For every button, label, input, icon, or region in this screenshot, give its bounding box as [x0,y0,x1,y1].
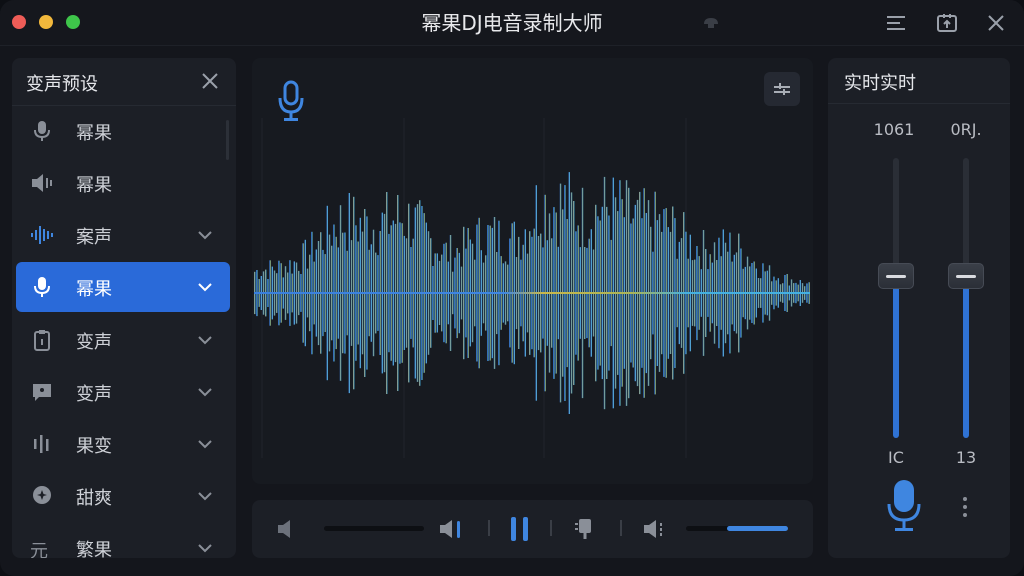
badge-icon [33,486,51,504]
chevron-down-icon[interactable] [196,331,214,349]
fader-fill [893,276,899,438]
chevron-down-icon[interactable] [196,278,214,296]
preset-item[interactable]: 甜爽 [16,471,230,521]
preset-item[interactable]: 元 繁果 [16,523,230,558]
gain-slider[interactable] [686,526,788,531]
adjust-icon [774,83,790,95]
menu-icon[interactable] [885,12,907,34]
volume-icon[interactable] [438,517,464,541]
preset-label: 果变 [76,436,112,457]
chevron-down-icon[interactable] [196,383,214,401]
realtime-panel: 实时实时 1061 0RJ. IC 13 [828,58,1010,558]
close-icon[interactable] [200,71,220,91]
app-window: 幂果DJ电音录制大师 变声预设 幂果 幂果 案声 幂果 变声 变声 果变 甜爽 … [0,0,1024,576]
waveform-icon [31,226,53,244]
microphone-icon [34,277,50,297]
preset-label: 变声 [76,332,112,353]
text-icon: 元 [30,541,48,558]
fader-bottom-label: IC [888,448,904,467]
adjust-button[interactable] [764,72,800,106]
waveform-display[interactable] [252,118,813,484]
volume-up-icon[interactable] [642,517,670,541]
realtime-header: 实时实时 [828,58,1010,104]
clipboard-icon [34,330,50,351]
preset-item[interactable]: 果变 [16,419,230,469]
preset-label: 甜爽 [76,488,112,509]
divider [620,520,622,536]
more-vertical-icon[interactable] [960,496,970,518]
microphone-icon [34,121,50,141]
fader-track[interactable] [963,158,969,438]
divider [550,520,552,536]
volume-mute-icon[interactable] [276,518,298,540]
voice-preset-panel: 变声预设 幂果 幂果 案声 幂果 变声 变声 果变 甜爽 元 繁果 [12,58,236,558]
preset-item-active[interactable]: 幂果 [16,262,230,312]
divider [488,520,490,536]
fader-handle[interactable] [948,263,984,289]
transport-bar [252,500,813,558]
pause-icon[interactable] [508,516,532,542]
speaker-icon [32,174,52,192]
fader-top-label: 0RJ. [950,120,982,139]
waveform-bars [254,172,810,414]
preset-item[interactable]: 幂果 [16,158,230,208]
fader-handle[interactable] [878,263,914,289]
title-bar: 幂果DJ电音录制大师 [0,0,1024,46]
microphone-icon[interactable] [886,478,922,534]
chevron-down-icon[interactable] [196,487,214,505]
fader-track[interactable] [893,158,899,438]
preset-label: 幂果 [76,279,112,300]
preset-item[interactable]: 变声 [16,367,230,417]
preset-item[interactable]: 幂果 [16,106,230,156]
realtime-title: 实时实时 [844,73,916,94]
voice-preset-header: 变声预设 [12,58,236,106]
fader-fill [963,276,969,438]
preset-label: 幂果 [76,175,112,196]
bars-icon [34,435,49,453]
preset-item[interactable]: 案声 [16,210,230,260]
preset-label: 繁果 [76,540,112,558]
chevron-down-icon[interactable] [196,435,214,453]
preset-label: 变声 [76,384,112,405]
volume-slider[interactable] [324,526,424,531]
waveform-baseline [254,292,810,294]
cloud-icon [704,18,718,28]
preset-label: 幂果 [76,123,112,144]
chat-icon [33,384,51,401]
record-icon[interactable] [572,516,598,542]
waveform-panel [252,58,813,484]
preset-label: 案声 [76,227,112,248]
fader-top-label: 1061 [873,120,915,139]
chevron-down-icon[interactable] [196,539,214,557]
gain-slider-fill [727,526,788,531]
voice-preset-title: 变声预设 [26,74,98,95]
window-title: 幂果DJ电音录制大师 [421,11,603,35]
fader-bottom-label: 13 [955,448,977,467]
preset-item[interactable]: 变声 [16,315,230,365]
export-icon[interactable] [936,12,958,34]
close-icon[interactable] [985,12,1007,34]
chevron-down-icon[interactable] [196,226,214,244]
